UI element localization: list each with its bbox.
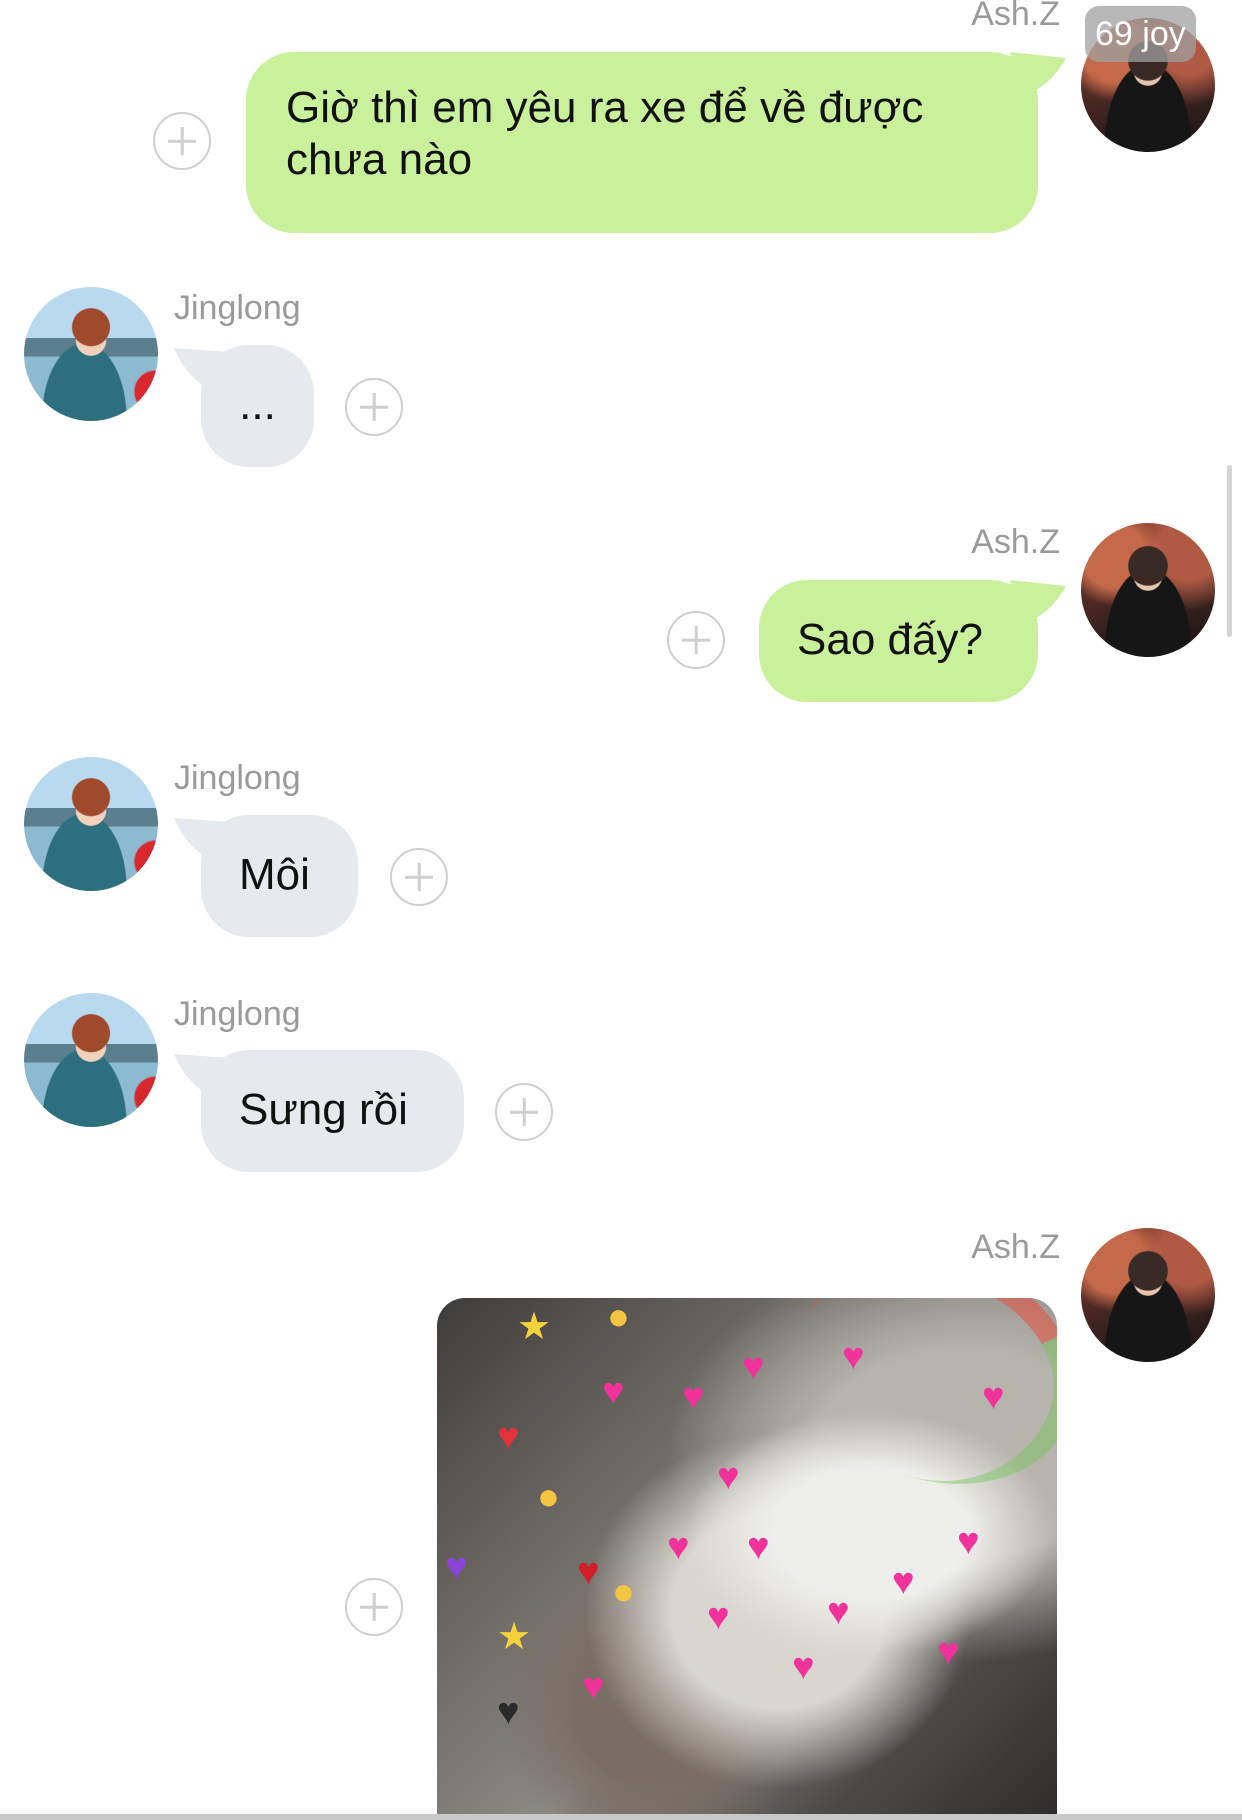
message-bubble[interactable]: ... bbox=[201, 345, 314, 467]
add-reaction-button[interactable] bbox=[495, 1083, 553, 1141]
avatar-jinglong[interactable] bbox=[24, 287, 158, 421]
avatar-jinglong[interactable] bbox=[24, 757, 158, 891]
heart-icon: ♥ bbox=[957, 1521, 980, 1563]
message-bubble[interactable]: Sao đấy? bbox=[759, 580, 1038, 702]
heart-icon: ♥ bbox=[497, 1691, 520, 1733]
sender-name: Jinglong bbox=[174, 759, 301, 797]
heart-icon: ♥ bbox=[667, 1526, 690, 1568]
emoji-icon: ● bbox=[607, 1298, 630, 1338]
message-bubble[interactable]: Sưng rồi bbox=[201, 1050, 464, 1172]
sender-name: Ash.Z bbox=[971, 0, 1060, 33]
scrollbar[interactable] bbox=[1227, 465, 1232, 637]
bubble-tail bbox=[1010, 580, 1066, 626]
heart-icon: ♥ bbox=[792, 1646, 815, 1688]
heart-icon: ♥ bbox=[577, 1551, 600, 1593]
star-icon: ★ bbox=[497, 1616, 532, 1658]
heart-icon: ♥ bbox=[742, 1346, 765, 1388]
avatar-ash-z[interactable] bbox=[1081, 1228, 1215, 1362]
message-text-line: chưa nào bbox=[286, 135, 473, 184]
heart-icon: ♥ bbox=[747, 1526, 770, 1568]
heart-icon: ♥ bbox=[717, 1456, 740, 1498]
message-text: Sao đấy? bbox=[797, 615, 983, 664]
heart-icon: ♥ bbox=[582, 1666, 605, 1708]
image-message[interactable]: ♥ ♥ ♥ ♥ ♥ ♥ ♥ ♥ ♥ ♥ ♥ ♥ ♥ ♥ ♥ ♥ ♥ ♥ ♥ ★ … bbox=[437, 1298, 1057, 1820]
bubble-tail bbox=[1010, 52, 1066, 98]
add-reaction-button[interactable] bbox=[345, 1578, 403, 1636]
heart-icon: ♥ bbox=[937, 1631, 960, 1673]
heart-icon: ♥ bbox=[707, 1596, 730, 1638]
heart-icon: ♥ bbox=[842, 1336, 865, 1378]
heart-icon: ♥ bbox=[682, 1376, 705, 1418]
add-reaction-button[interactable] bbox=[345, 378, 403, 436]
heart-icon: ♥ bbox=[892, 1561, 915, 1603]
heart-icon: ♥ bbox=[497, 1416, 520, 1458]
heart-icon: ♥ bbox=[827, 1591, 850, 1633]
add-reaction-button[interactable] bbox=[153, 112, 211, 170]
status-badge: 69 joy bbox=[1085, 6, 1196, 62]
home-indicator-bar bbox=[0, 1814, 1242, 1820]
message-text: Sưng rồi bbox=[239, 1085, 408, 1134]
heart-icon: ♥ bbox=[982, 1376, 1005, 1418]
avatar-ash-z[interactable] bbox=[1081, 523, 1215, 657]
emoji-icon: ● bbox=[612, 1571, 635, 1613]
avatar-jinglong[interactable] bbox=[24, 993, 158, 1127]
rainbow-decoration bbox=[767, 1298, 1057, 1522]
add-reaction-button[interactable] bbox=[667, 611, 725, 669]
message-text-line: Giờ thì em yêu ra xe để về được bbox=[286, 83, 924, 132]
star-icon: ★ bbox=[517, 1306, 552, 1348]
emoji-icon: ● bbox=[537, 1476, 560, 1518]
sender-name: Ash.Z bbox=[971, 523, 1060, 561]
sender-name: Jinglong bbox=[174, 289, 301, 327]
message-bubble[interactable]: Môi bbox=[201, 815, 358, 937]
sender-name: Jinglong bbox=[174, 995, 301, 1033]
add-reaction-button[interactable] bbox=[390, 848, 448, 906]
heart-icon: ♥ bbox=[602, 1371, 625, 1413]
message-bubble[interactable]: Giờ thì em yêu ra xe để về được chưa nào bbox=[246, 52, 1038, 233]
message-text: Môi bbox=[239, 850, 310, 899]
sender-name: Ash.Z bbox=[971, 1228, 1060, 1266]
message-text: ... bbox=[239, 380, 276, 429]
heart-icon: ♥ bbox=[445, 1546, 468, 1588]
